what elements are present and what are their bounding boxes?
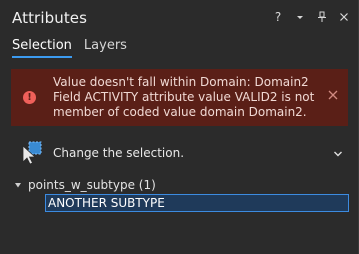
close-pane-button[interactable] — [338, 10, 350, 24]
tab-layers[interactable]: Layers — [84, 38, 127, 58]
error-banner: ! Value doesn't fall within Domain: Doma… — [11, 69, 348, 126]
tab-bar: Selection Layers — [12, 38, 127, 58]
options-dropdown-button[interactable] — [294, 10, 306, 24]
dismiss-error-button[interactable] — [327, 89, 339, 101]
help-button[interactable]: ? — [272, 10, 284, 24]
tab-selection[interactable]: Selection — [12, 38, 72, 58]
attributes-pane: Attributes ? Selection Layers ! Value do… — [0, 0, 359, 254]
feature-node[interactable]: ANOTHER SUBTYPE — [45, 194, 349, 212]
expand-caret-icon[interactable] — [14, 181, 22, 189]
change-selection-row[interactable]: Change the selection. — [20, 140, 350, 166]
title-controls: ? — [272, 10, 350, 24]
selection-arrow-icon — [22, 141, 42, 165]
close-icon — [340, 13, 348, 21]
pane-title: Attributes — [12, 9, 88, 27]
error-icon: ! — [23, 91, 36, 104]
chevron-down-icon — [297, 16, 303, 19]
pin-icon — [318, 11, 326, 22]
layer-node[interactable]: points_w_subtype (1) — [28, 178, 156, 192]
chevron-down-icon[interactable] — [332, 148, 344, 160]
pin-button[interactable] — [316, 10, 328, 24]
error-message: Value doesn't fall within Domain: Domain… — [53, 75, 315, 119]
change-selection-label: Change the selection. — [53, 146, 185, 160]
